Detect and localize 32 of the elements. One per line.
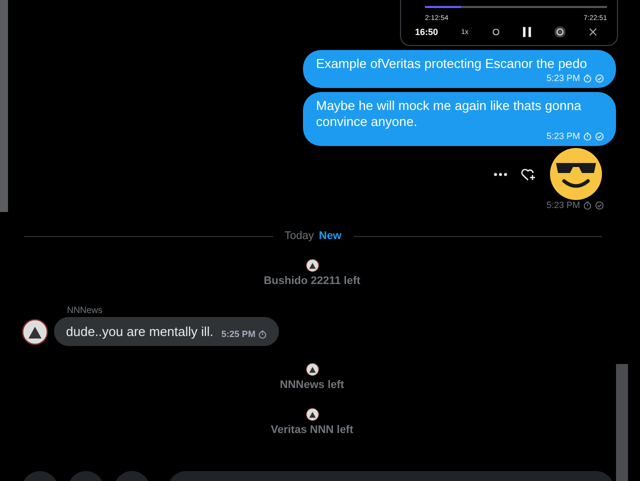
- system-message: Veritas NNN left: [270, 424, 354, 436]
- system-message: NNNews left: [280, 379, 344, 391]
- sunglasses-emoji-icon: [550, 148, 602, 200]
- sender-name: NNNews: [67, 305, 104, 315]
- timer-icon: [583, 132, 592, 141]
- check-circle-icon: [595, 200, 604, 210]
- heart-plus-icon[interactable]: [521, 168, 536, 180]
- scrollbar-thumb[interactable]: [0, 0, 8, 212]
- timer-icon: [583, 200, 592, 210]
- avatar[interactable]: [306, 408, 318, 421]
- check-circle-icon: [595, 132, 604, 141]
- message-text: Example ofVeritas protecting Escanor the pedo: [316, 56, 588, 72]
- scrollbar-thumb[interactable]: [616, 364, 628, 481]
- check-circle-icon: [595, 74, 604, 83]
- avatar[interactable]: [306, 363, 318, 376]
- avatar[interactable]: [306, 259, 318, 272]
- message-text: Maybe he will mock me again like thats gonna convince anyone.: [316, 98, 582, 130]
- message-time: 5:23 PM: [546, 131, 580, 142]
- pause-icon: [522, 27, 531, 37]
- avatar[interactable]: [22, 318, 48, 344]
- message-text: dude..you are mentally ill.: [66, 324, 214, 339]
- message-time: 5:25 PM: [221, 329, 256, 339]
- message-time: 5:23 PM: [546, 200, 580, 210]
- clock-text: 16:50: [415, 27, 438, 37]
- timer-icon: [258, 330, 268, 338]
- more-icon[interactable]: [494, 172, 507, 176]
- system-message: Bushido 22211 left: [264, 275, 360, 287]
- new-label: New: [318, 230, 342, 242]
- message-bubble[interactable]: dude..you are mentally ill. 5:25 PM: [54, 317, 280, 346]
- timer-icon: [583, 74, 592, 83]
- message-time: 5:23 PM: [546, 73, 580, 84]
- day-label: Today: [284, 230, 314, 242]
